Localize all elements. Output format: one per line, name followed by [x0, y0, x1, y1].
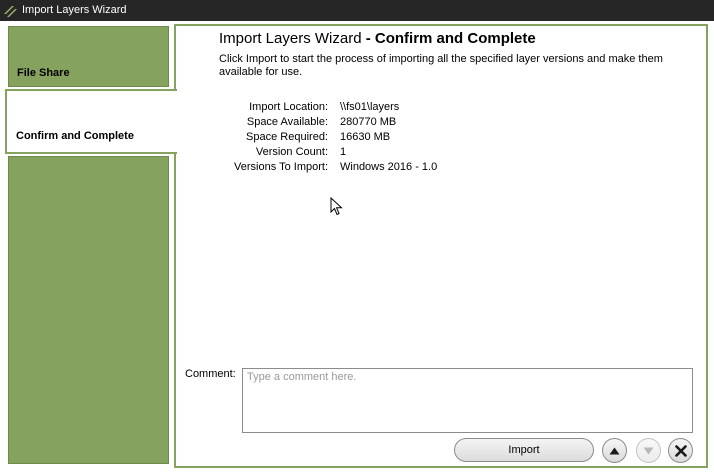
intro-text: Click Import to start the process of imp…	[219, 53, 663, 78]
detail-value: Windows 2016 - 1.0	[340, 161, 438, 173]
nav-item-file-share[interactable]: File Share	[8, 26, 169, 87]
mouse-pointer-icon	[330, 197, 343, 216]
detail-label: Versions To Import:	[234, 161, 328, 173]
detail-label: Space Available:	[246, 116, 328, 128]
comment-label: Comment:	[185, 368, 236, 380]
detail-label: Version Count:	[255, 146, 328, 158]
page-title-prefix: Import Layers Wizard	[219, 30, 362, 47]
detail-value: 16630 MB	[340, 131, 391, 143]
close-button[interactable]	[668, 438, 693, 463]
comment-input[interactable]	[242, 368, 693, 433]
move-down-button[interactable]	[636, 438, 661, 463]
import-button[interactable]: Import	[454, 438, 594, 462]
nav-item-label: Confirm and Complete	[16, 130, 134, 142]
detail-label: Import Location:	[249, 101, 328, 113]
page-title: Import Layers Wizard - Confirm and Compl…	[219, 30, 536, 47]
arrow-up-icon	[609, 447, 620, 454]
wizard-logo-icon	[4, 6, 17, 17]
title-bar: Import Layers Wizard	[0, 0, 714, 21]
window-title: Import Layers Wizard	[22, 4, 127, 16]
arrow-down-icon	[643, 447, 654, 454]
detail-value: 1	[340, 146, 347, 158]
close-icon	[674, 444, 687, 457]
detail-value: 280770 MB	[340, 116, 397, 128]
nav-empty-area	[8, 156, 169, 464]
nav-item-confirm-and-complete[interactable]: Confirm and Complete	[5, 89, 177, 154]
page-title-step: - Confirm and Complete	[361, 30, 536, 47]
detail-label: Space Required:	[246, 131, 328, 143]
move-up-button[interactable]	[602, 438, 627, 463]
detail-value: \\fs01\layers	[340, 101, 400, 113]
nav-item-label: File Share	[17, 67, 70, 79]
